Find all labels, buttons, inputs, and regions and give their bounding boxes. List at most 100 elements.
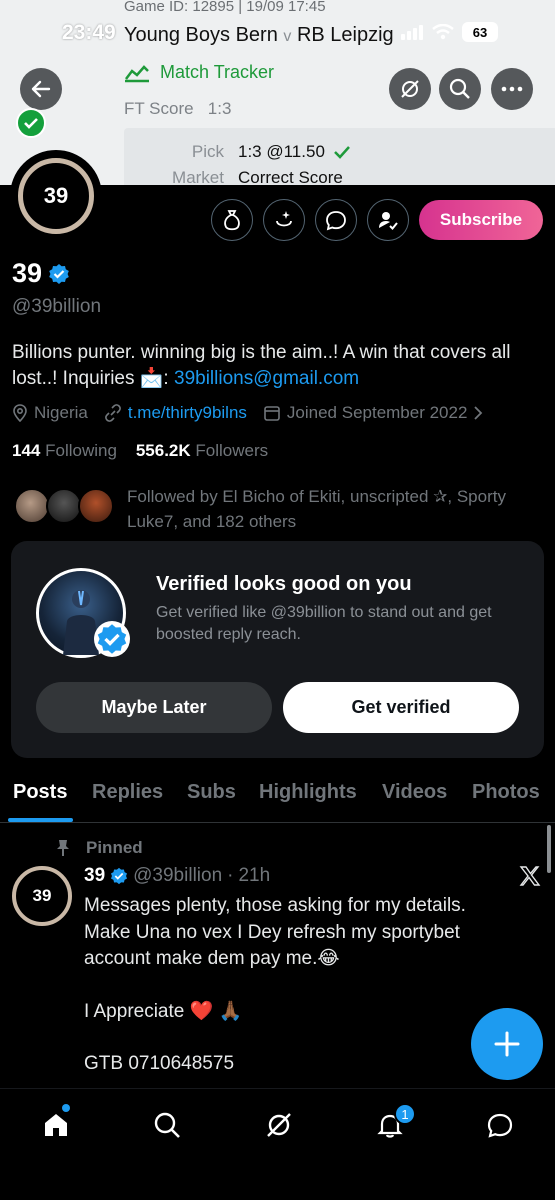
- tweet-author-handle: @39billion: [133, 865, 223, 886]
- tip-button[interactable]: [211, 199, 253, 241]
- banner-home-team: Young Boys Bern: [124, 24, 278, 46]
- profile-avatar[interactable]: 39: [10, 150, 102, 242]
- banner-match-tracker: Match Tracker: [124, 62, 274, 83]
- more-icon: [501, 86, 523, 92]
- active-tab-indicator: [8, 818, 73, 822]
- tab-replies[interactable]: Replies: [92, 781, 163, 804]
- person-check-icon: [379, 212, 398, 230]
- followers-label: Followers: [195, 441, 269, 460]
- tweet-time: 21h: [238, 865, 271, 886]
- verified-check-icon: [16, 108, 46, 138]
- grok-icon: [267, 1113, 291, 1137]
- follower-avatar: [46, 488, 82, 524]
- profile-avatar-text: 39: [18, 158, 94, 234]
- home-icon: [45, 1114, 67, 1136]
- banner-ft-label: FT Score: [124, 99, 194, 118]
- chevron-right-icon[interactable]: [473, 405, 483, 421]
- banner-match: Young Boys Bern v RB Leipzig: [124, 24, 394, 47]
- location-icon: [13, 404, 27, 422]
- profile-bio: Billions punter. winning big is the aim.…: [12, 340, 548, 392]
- profile-joined: Joined September 2022: [286, 403, 468, 422]
- tab-highlights[interactable]: Highlights: [259, 781, 357, 804]
- message-button[interactable]: [315, 199, 357, 241]
- back-button[interactable]: [20, 68, 62, 110]
- calendar-icon: [264, 406, 280, 421]
- link-icon: [104, 404, 121, 422]
- profile-location: Nigeria: [34, 403, 88, 422]
- follower-avatar: [78, 488, 114, 524]
- tweet-line: I Appreciate ❤️ 🙏🏾: [84, 1000, 243, 1022]
- tab-photos[interactable]: Photos: [472, 781, 540, 804]
- verified-badge-icon: [111, 867, 128, 885]
- home-new-indicator: [62, 1104, 70, 1112]
- tab-subs[interactable]: Subs: [187, 781, 236, 804]
- banner-vs: v: [283, 28, 292, 45]
- get-verified-button[interactable]: Get verified: [283, 682, 519, 733]
- followed-by-text[interactable]: Followed by El Bicho of Ekiti, unscripte…: [127, 484, 547, 534]
- followers-link[interactable]: 556.2K Followers: [136, 441, 268, 460]
- verified-badge-icon: [94, 621, 130, 657]
- nav-home[interactable]: [38, 1107, 74, 1143]
- scrollbar[interactable]: [547, 825, 551, 873]
- verification-subtitle: Get verified like @39billion to stand ou…: [156, 604, 492, 643]
- banner-pick-card: Pick 1:3 @11.50 Market Correct Score: [124, 128, 555, 185]
- profile-name: 39: [12, 258, 43, 288]
- chat-bubble-icon: [326, 211, 346, 231]
- grok-icon: [401, 80, 419, 98]
- following-link[interactable]: 144 Following: [12, 441, 117, 460]
- tweet-line: Messages plenty, those asking for my det…: [84, 895, 466, 969]
- banner-market-value: Correct Score: [238, 168, 343, 185]
- search-button[interactable]: [439, 68, 481, 110]
- banner-pick-value: 1:3 @11.50: [238, 142, 325, 161]
- banner-ft-value: 1:3: [207, 99, 232, 118]
- followers-count: 556.2K: [135, 441, 191, 460]
- banner-pick-value-row: 1:3 @11.50: [238, 142, 351, 162]
- signal-icon: [401, 25, 423, 40]
- search-icon: [449, 78, 470, 99]
- follow-counts: 144 Following 556.2K Followers: [12, 441, 268, 461]
- check-icon: [334, 146, 350, 159]
- tab-videos[interactable]: Videos: [382, 781, 447, 804]
- banner-market-label: Market: [172, 168, 224, 185]
- verified-badge-icon[interactable]: [48, 263, 70, 285]
- tab-posts[interactable]: Posts: [13, 781, 67, 804]
- wifi-icon: [432, 24, 454, 40]
- tweet-author-name[interactable]: 39: [84, 865, 105, 887]
- x-logo-icon[interactable]: [519, 865, 541, 887]
- profile-website-link[interactable]: t.me/thirty9bilns: [128, 403, 247, 423]
- banner-game-id: Game ID: 12895 | 19/09 17:45: [124, 0, 326, 15]
- subscribe-button[interactable]: Subscribe: [419, 200, 543, 240]
- follower-avatar: [14, 488, 50, 524]
- bottom-nav: [0, 1088, 555, 1200]
- more-button[interactable]: [491, 68, 533, 110]
- pin-icon: [57, 840, 69, 856]
- grok-button[interactable]: [389, 68, 431, 110]
- following-button[interactable]: [367, 199, 409, 241]
- status-time: 23:49: [62, 21, 116, 44]
- compose-button[interactable]: [471, 1008, 543, 1080]
- verification-card: Verified looks good on you Get verified …: [11, 541, 544, 758]
- arrow-left-icon: [31, 80, 51, 98]
- pinned-label: Pinned: [86, 838, 143, 857]
- grok-analysis-button[interactable]: [263, 199, 305, 241]
- tweet-text[interactable]: Messages plenty, those asking for my det…: [84, 893, 514, 1078]
- battery-icon: 63: [462, 22, 498, 42]
- plus-icon: [494, 1031, 520, 1057]
- maybe-later-button[interactable]: Maybe Later: [36, 682, 272, 733]
- nav-grok[interactable]: [261, 1107, 297, 1143]
- status-icons: 63: [400, 22, 498, 42]
- nav-search[interactable]: [149, 1107, 185, 1143]
- following-count: 144: [12, 441, 41, 460]
- profile-tabs: Posts Replies Subs Highlights Videos Pho…: [0, 777, 555, 823]
- tweet-line: GTB 0710648575: [84, 1053, 235, 1074]
- bio-email-link[interactable]: 39billions@gmail.com: [174, 368, 359, 389]
- money-bag-icon: [224, 210, 240, 231]
- nav-messages[interactable]: [482, 1107, 518, 1143]
- sparkle-icon: [276, 211, 292, 227]
- banner-tracker-label: Match Tracker: [160, 62, 275, 82]
- tweet-separator: ·: [227, 865, 234, 886]
- profile-meta: Nigeria t.me/thirty9bilns Joined Septemb…: [12, 403, 483, 423]
- pinned-label-row: Pinned: [57, 838, 143, 858]
- banner-away-team: RB Leipzig: [296, 24, 394, 46]
- tweet-avatar[interactable]: 39: [12, 866, 72, 926]
